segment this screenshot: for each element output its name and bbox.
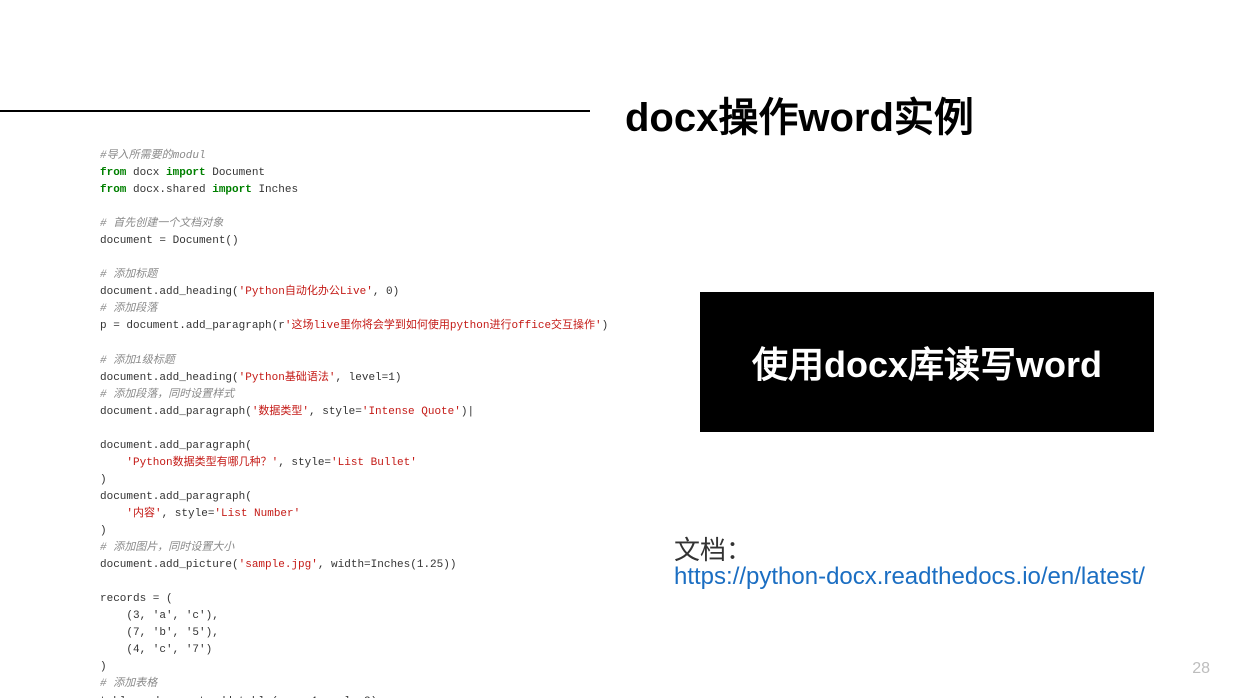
code-string: '这场live里你将会学到如何使用python进行office交互操作' <box>285 320 602 332</box>
code-comment: # 添加1级标题 <box>100 355 175 367</box>
code-text: document.add_paragraph( <box>100 440 252 452</box>
code-text: ) <box>100 661 107 673</box>
code-text: , style= <box>162 508 215 520</box>
cursor: | <box>467 406 474 418</box>
code-text: document.add_heading( <box>100 372 239 384</box>
code-string: '内容' <box>126 508 161 520</box>
code-text: , 0) <box>373 286 399 298</box>
slide-title: docx操作word实例 <box>625 85 974 143</box>
code-text: document = Document() <box>100 235 239 247</box>
code-text: ) <box>100 474 107 486</box>
code-text: (7, 'b', '5'), <box>100 627 219 639</box>
code-text: records = ( <box>100 593 173 605</box>
code-comment: #导入所需要的modul <box>100 150 206 162</box>
code-text: docx <box>126 167 166 179</box>
code-text: document.add_paragraph( <box>100 491 252 503</box>
code-string: 'List Bullet' <box>331 457 417 469</box>
code-text: , style= <box>278 457 331 469</box>
kw: import <box>212 184 252 196</box>
code-comment: # 添加标题 <box>100 269 157 281</box>
code-text: document.add_picture( <box>100 559 239 571</box>
banner-text: 使用docx库读写word <box>752 336 1102 388</box>
code-text: (3, 'a', 'c'), <box>100 610 219 622</box>
code-string: 'Intense Quote' <box>362 406 461 418</box>
kw: import <box>166 167 206 179</box>
code-comment: # 添加图片，同时设置大小 <box>100 542 234 554</box>
code-text: , level=1) <box>335 372 401 384</box>
code-string: 'Python基础语法' <box>239 372 336 384</box>
code-text: , width=Inches(1.25)) <box>318 559 457 571</box>
code-text: Document <box>206 167 265 179</box>
doc-label: 文档： <box>674 530 752 567</box>
divider-line <box>0 110 590 112</box>
code-comment: # 添加段落 <box>100 303 157 315</box>
slide: docx操作word实例 #导入所需要的modul from docx impo… <box>0 0 1240 698</box>
code-text: ) <box>100 525 107 537</box>
code-text: p = document.add_paragraph(r <box>100 320 285 332</box>
code-string: '数据类型' <box>252 406 309 418</box>
highlight-banner: 使用docx库读写word <box>700 292 1154 432</box>
code-string: 'Python自动化办公Live' <box>239 286 373 298</box>
code-text: ) <box>602 320 609 332</box>
kw: from <box>100 167 126 179</box>
code-string: 'Python数据类型有哪几种？' <box>126 457 278 469</box>
code-text: document.add_heading( <box>100 286 239 298</box>
code-text: , style= <box>309 406 362 418</box>
code-sample: #导入所需要的modul from docx import Document f… <box>100 148 570 698</box>
doc-link[interactable]: https://python-docx.readthedocs.io/en/la… <box>674 563 1145 591</box>
code-text: Inches <box>252 184 298 196</box>
code-text: docx.shared <box>126 184 212 196</box>
kw: from <box>100 184 126 196</box>
code-text: (4, 'c', '7') <box>100 644 212 656</box>
code-comment: # 添加表格 <box>100 678 157 690</box>
code-comment: # 首先创建一个文档对象 <box>100 218 223 230</box>
page-number: 28 <box>1192 660 1210 678</box>
code-string: 'sample.jpg' <box>239 559 318 571</box>
code-comment: # 添加段落，同时设置样式 <box>100 389 234 401</box>
code-text: document.add_paragraph( <box>100 406 252 418</box>
code-string: 'List Number' <box>214 508 300 520</box>
